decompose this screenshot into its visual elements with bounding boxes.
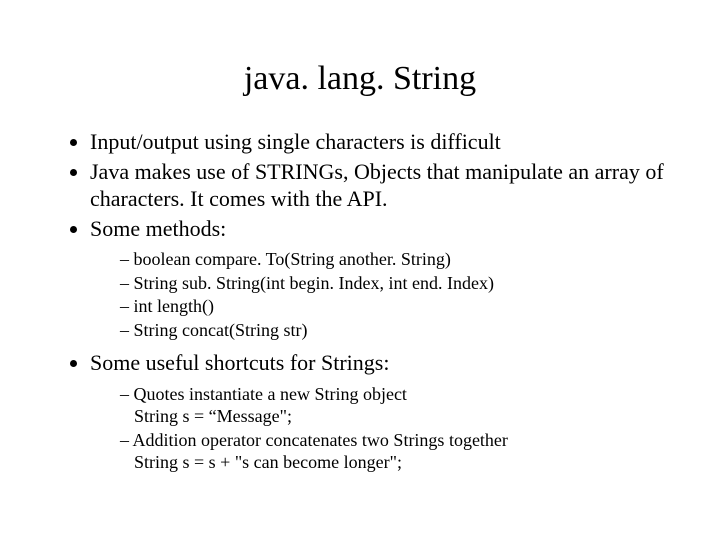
sub-item: Addition operator concatenates two Strin… (120, 429, 670, 474)
sub-list-shortcuts: Quotes instantiate a new String object S… (90, 383, 670, 474)
bullet-item: Input/output using single characters is … (90, 128, 670, 156)
sub-item-code: String s = “Message"; (134, 405, 670, 428)
sub-item-code: String s = s + "s can become longer"; (134, 451, 670, 474)
sub-item-line: Quotes instantiate a new String object (134, 384, 407, 404)
slide: java. lang. String Input/output using si… (0, 0, 720, 540)
sub-item: boolean compare. To(String another. Stri… (120, 248, 670, 271)
sub-item: Quotes instantiate a new String object S… (120, 383, 670, 428)
slide-title: java. lang. String (50, 60, 670, 98)
bullet-text: Some methods: (90, 216, 226, 241)
sub-item: String concat(String str) (120, 319, 670, 342)
sub-list-methods: boolean compare. To(String another. Stri… (90, 248, 670, 341)
bullet-item: Some useful shortcuts for Strings: Quote… (90, 349, 670, 474)
sub-item-line: Addition operator concatenates two Strin… (133, 430, 508, 450)
bullet-item: Some methods: boolean compare. To(String… (90, 215, 670, 342)
bullet-list: Input/output using single characters is … (50, 128, 670, 474)
sub-item: int length() (120, 295, 670, 318)
bullet-text: Some useful shortcuts for Strings: (90, 350, 389, 375)
sub-item: String sub. String(int begin. Index, int… (120, 272, 670, 295)
bullet-item: Java makes use of STRINGs, Objects that … (90, 158, 670, 213)
